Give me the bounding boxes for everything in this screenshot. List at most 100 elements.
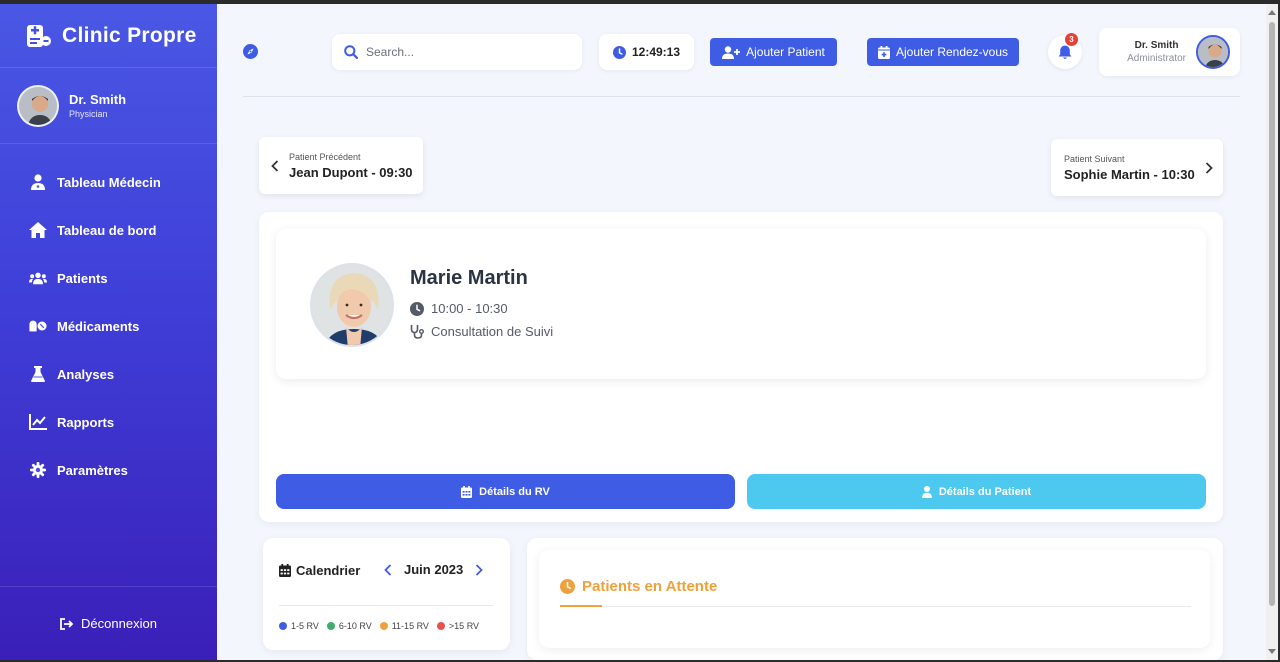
sidebar-item-label: Médicaments [57,318,140,334]
legend-dot [436,622,445,630]
add-appointment-button[interactable]: Ajouter Rendez-vous [867,38,1019,66]
legend-item: 6-10 RV [326,621,372,631]
next-patient-value: Sophie Martin - 10:30 [1064,166,1195,182]
bell-icon [1058,45,1072,60]
pills-icon [29,317,47,335]
appointment-type: Consultation de Suivi [431,324,554,339]
previous-patient-card[interactable]: Patient Précédent Jean Dupont - 09:30 [259,137,423,194]
next-patient-card[interactable]: Patient Suivant Sophie Martin - 10:30 [1051,139,1223,196]
legend-item: 1-5 RV [279,621,319,631]
sidebar-nav: Tableau Médecin Tableau de bord Patients… [0,144,217,494]
appointment-time-row: 10:00 - 10:30 [410,301,508,316]
clinic-logo-icon [26,24,52,48]
legend-dot [279,622,287,630]
calendar-icon [461,485,473,498]
avatar [17,84,59,127]
patient-photo [310,263,394,347]
add-appointment-label: Ajouter Rendez-vous [895,45,1009,59]
legend-label: 6-10 RV [338,621,372,631]
clock-time: 12:49:13 [631,45,681,59]
sidebar: Clinic Propre Dr. Smith Physician Tablea… [0,4,217,660]
prev-month-button[interactable] [384,563,392,576]
sidebar-item-label: Patients [57,270,108,286]
sidebar-item-label: Paramètres [57,462,128,478]
chart-line-icon [29,413,47,431]
appointment-details-label: Détails du RV [479,485,550,498]
page-scrollbar[interactable] [1266,4,1278,660]
user-name: Dr. Smith [1134,40,1179,51]
calendar-divider [279,605,493,606]
clock-icon [560,579,575,594]
patient-summary: Marie Martin 10:00 - 10:30 Consultation … [276,229,1206,379]
user-icon [921,485,932,498]
sidebar-item-label: Tableau Médecin [57,174,161,190]
sidebar-item-parametres[interactable]: Paramètres [0,446,217,494]
patient-name: Marie Martin [410,267,528,289]
legend-dot [326,622,335,630]
logout-button[interactable]: Déconnexion [0,586,217,660]
legend-dot [379,622,388,630]
legend-item: >15 RV [436,621,480,631]
sidebar-user-role: Physician [69,109,108,119]
calendar-legend: 1-5 RV 6-10 RV 11-15 RV >15 RV [279,621,479,631]
user-doctor-icon [29,173,47,191]
legend-label: 1-5 RV [291,621,319,631]
brand-title: Clinic Propre [62,23,197,47]
appointment-type-row: Consultation de Suivi [410,324,553,339]
gear-icon [29,461,47,479]
sign-out-icon [60,617,74,630]
flask-icon [29,365,47,383]
scroll-thumb[interactable] [1269,22,1275,606]
sidebar-item-patients[interactable]: Patients [0,254,217,302]
add-patient-button[interactable]: Ajouter Patient [710,38,837,66]
header-divider [243,96,1240,97]
waiting-patients-panel: Patients en Attente [539,550,1210,648]
waiting-divider [560,606,1191,607]
scroll-up-arrow[interactable] [1268,10,1276,15]
clock-icon [612,45,626,59]
sidebar-item-tableau-medecin[interactable]: Tableau Médecin [0,158,217,206]
sidebar-profile[interactable]: Dr. Smith Physician [0,68,217,144]
previous-patient-label: Patient Précédent [289,151,361,162]
sidebar-item-analyses[interactable]: Analyses [0,350,217,398]
calendar-icon [279,564,291,577]
search-input[interactable] [366,45,566,59]
clock-icon [410,301,424,316]
chevron-left-icon [271,159,279,172]
brand[interactable]: Clinic Propre [0,4,217,68]
home-icon [29,221,47,239]
legend-label: >15 RV [448,621,480,631]
current-patient-card: Marie Martin 10:00 - 10:30 Consultation … [259,212,1223,522]
sidebar-user-name: Dr. Smith [69,92,127,107]
appointment-time: 10:00 - 10:30 [431,301,508,316]
compass-icon[interactable] [243,44,258,59]
notification-badge: 3 [1065,33,1078,46]
clock-display: 12:49:13 [599,34,694,70]
sidebar-item-medicaments[interactable]: Médicaments [0,302,217,350]
calendar-card: Calendrier Juin 2023 1-5 RV 6-10 RV 11-1… [263,538,510,650]
chevron-right-icon [1205,161,1213,174]
calendar-title: Calendrier [296,563,361,578]
next-patient-label: Patient Suivant [1064,153,1125,164]
sidebar-item-tableau-de-bord[interactable]: Tableau de bord [0,206,217,254]
sidebar-item-rapports[interactable]: Rapports [0,398,217,446]
stethoscope-icon [410,324,424,339]
calendar-month: Juin 2023 [404,562,464,577]
user-role: Administrator [1127,53,1186,64]
waiting-title-underline [560,605,602,607]
next-month-button[interactable] [475,563,484,576]
patient-details-button[interactable]: Détails du Patient [747,474,1206,509]
sidebar-item-label: Analyses [57,366,115,382]
scroll-down-arrow[interactable] [1268,649,1276,654]
notifications-button[interactable]: 3 [1048,33,1082,69]
sidebar-item-label: Tableau de bord [57,222,157,238]
search-box [332,34,582,70]
appointment-details-button[interactable]: Détails du RV [276,474,735,509]
calendar-plus-icon [877,45,890,59]
user-menu[interactable]: Dr. Smith Administrator [1099,28,1240,76]
waiting-patients-card: Patients en Attente [527,538,1223,660]
users-icon [29,269,47,287]
app-window: Clinic Propre Dr. Smith Physician Tablea… [0,4,1278,660]
sidebar-item-label: Rapports [57,414,115,430]
search-icon [344,45,358,59]
